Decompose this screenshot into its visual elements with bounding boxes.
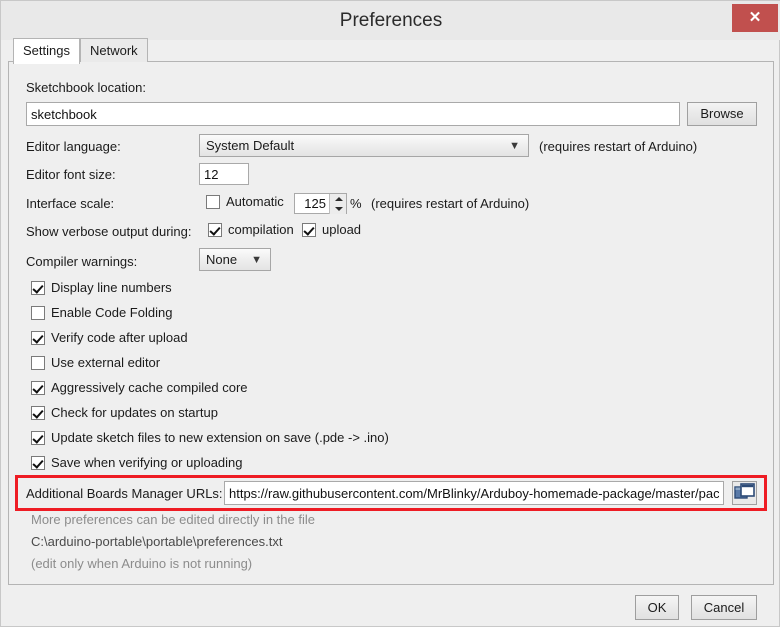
checkbox-box xyxy=(31,356,45,370)
checkbox-box xyxy=(302,223,316,237)
preferences-file-path: C:\arduino-portable\portable\preferences… xyxy=(31,534,283,549)
compiler-warnings-label: Compiler warnings: xyxy=(26,254,138,269)
tab-strip: Settings Network xyxy=(8,38,774,64)
stepper-buttons xyxy=(329,194,346,214)
settings-panel: Sketchbook location: Browse Editor langu… xyxy=(8,61,774,585)
interface-scale-value: 125 xyxy=(304,196,326,211)
checkbox-label: Update sketch files to new extension on … xyxy=(51,430,389,445)
chevron-down-icon: ▼ xyxy=(509,140,520,152)
verbose-output-label: Show verbose output during: xyxy=(26,224,192,239)
interface-scale-stepper[interactable]: 125 xyxy=(294,193,347,214)
stepper-up-icon[interactable] xyxy=(330,194,346,204)
sketchbook-location-input[interactable] xyxy=(26,102,680,126)
tab-settings[interactable]: Settings xyxy=(13,38,80,64)
interface-scale-note: (requires restart of Arduino) xyxy=(371,196,530,211)
checkbox-label: Enable Code Folding xyxy=(51,305,173,320)
checkbox-label: Aggressively cache compiled core xyxy=(51,380,248,395)
checkbox-box xyxy=(31,331,45,345)
checkbox-box xyxy=(31,381,45,395)
editor-language-note: (requires restart of Arduino) xyxy=(539,139,698,154)
title-bar: Preferences ✕ xyxy=(1,1,780,40)
checkbox-label: Display line numbers xyxy=(51,280,172,295)
verbose-upload-label: upload xyxy=(322,222,362,237)
preferences-hint-line-3: (edit only when Arduino is not running) xyxy=(31,556,253,571)
editor-language-label: Editor language: xyxy=(26,139,121,154)
interface-scale-label: Interface scale: xyxy=(26,196,115,211)
compiler-warnings-value: None xyxy=(206,252,238,267)
additional-boards-urls-input[interactable] xyxy=(224,481,724,505)
verbose-compilation-label: compilation xyxy=(228,222,294,237)
checkbox-label: Check for updates on startup xyxy=(51,405,218,420)
editor-font-size-label: Editor font size: xyxy=(26,167,116,182)
checkbox-box xyxy=(206,195,220,209)
additional-boards-urls-label: Additional Boards Manager URLs: xyxy=(26,486,223,501)
window-title: Preferences xyxy=(339,10,443,31)
open-windows-icon[interactable] xyxy=(732,481,757,505)
checkbox-box xyxy=(31,406,45,420)
checkbox-box xyxy=(31,306,45,320)
checkbox-box xyxy=(31,456,45,470)
sketchbook-location-label: Sketchbook location: xyxy=(26,80,146,95)
interface-scale-percent-label: % xyxy=(350,196,362,211)
checkbox-label: Use external editor xyxy=(51,355,161,370)
checkbox-label: Verify code after upload xyxy=(51,330,188,345)
checkbox-label: Save when verifying or uploading xyxy=(51,455,243,470)
editor-language-select[interactable]: System Default ▼ xyxy=(199,134,529,157)
compiler-warnings-select[interactable]: None ▼ xyxy=(199,248,271,271)
ok-button[interactable]: OK xyxy=(635,595,679,620)
checkbox-box xyxy=(31,431,45,445)
checkbox-box xyxy=(208,223,222,237)
tab-network[interactable]: Network xyxy=(80,38,148,62)
checkbox-box xyxy=(31,281,45,295)
interface-scale-automatic-label: Automatic xyxy=(226,194,284,209)
preferences-window: Preferences ✕ Settings Network Sketchboo… xyxy=(0,0,780,627)
close-icon[interactable]: ✕ xyxy=(732,4,778,32)
editor-language-value: System Default xyxy=(206,138,295,153)
open-windows-icon-glyph xyxy=(734,483,755,499)
preferences-hint-line-1: More preferences can be edited directly … xyxy=(31,512,315,527)
browse-button[interactable]: Browse xyxy=(687,102,757,126)
editor-font-size-input[interactable] xyxy=(199,163,249,185)
chevron-down-icon: ▼ xyxy=(251,254,262,266)
stepper-down-icon[interactable] xyxy=(330,204,346,214)
cancel-button[interactable]: Cancel xyxy=(691,595,757,620)
